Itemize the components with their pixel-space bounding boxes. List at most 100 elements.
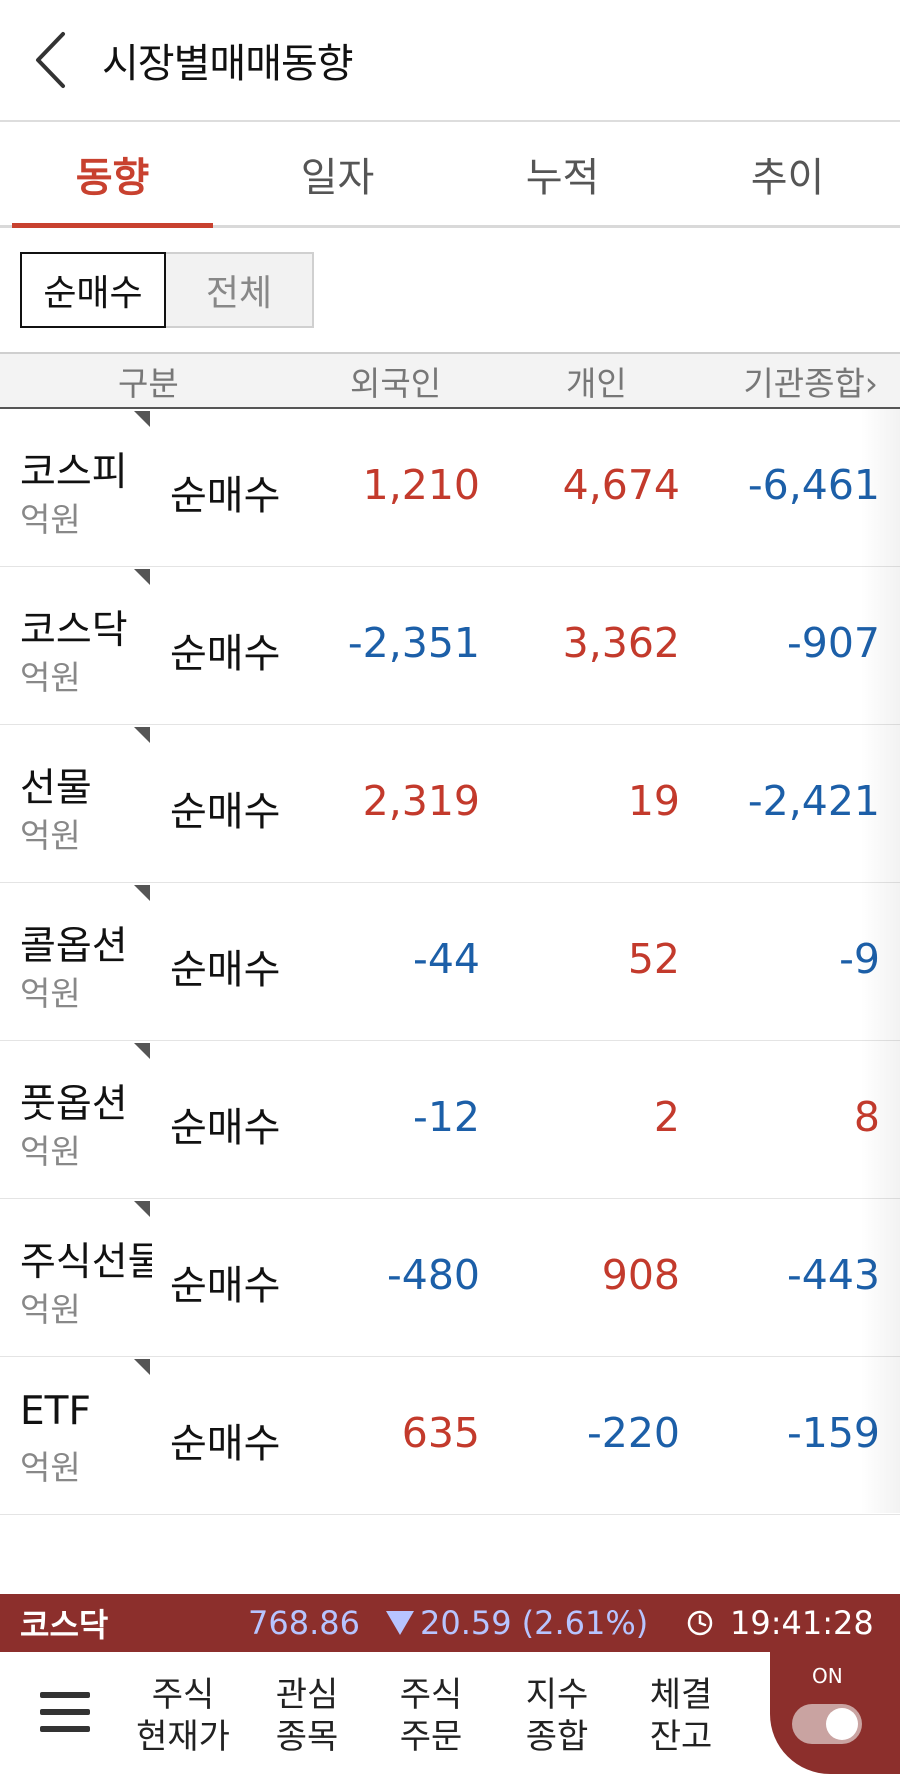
market-name: 주식선물 [20, 1240, 152, 1285]
foreign-value: 2,319 [362, 777, 480, 825]
nav-label-line2: 종합 [525, 1717, 589, 1757]
ticker-change-value: 20.59 [420, 1604, 512, 1642]
tab-bar: 동향 일자 누적 추이 [0, 122, 900, 228]
foreign-value: -44 [413, 935, 480, 983]
unit-label: 억원 [20, 1290, 81, 1329]
nav-label-line1: 주식 [151, 1675, 215, 1715]
column-header-foreign: 외국인 [350, 363, 442, 403]
unit-label: 억원 [20, 1448, 81, 1487]
corner-marker-icon [134, 885, 150, 901]
market-name: ETF [20, 1389, 91, 1434]
trade-type: 순매수 [170, 1105, 281, 1151]
trade-type: 순매수 [170, 789, 281, 835]
institution-value: -2,421 [747, 777, 880, 825]
ticker-time: 19:41:28 [730, 1604, 874, 1642]
table-row[interactable]: 선물 억원 순매수 2,319 19 -2,421 [0, 725, 900, 883]
institution-value: -443 [786, 1251, 880, 1299]
institution-value: -907 [786, 619, 880, 667]
tab-daily[interactable]: 일자 [225, 122, 450, 225]
individual-value: 3,362 [562, 619, 680, 667]
nav-execution-balance[interactable]: 체결 잔고 [626, 1674, 736, 1758]
foreign-value: -480 [386, 1251, 480, 1299]
market-name: 풋옵션 [20, 1082, 128, 1127]
ticker-toggle-panel: ON [770, 1652, 900, 1774]
nav-label-line1: 지수 [525, 1675, 589, 1715]
column-header-institution[interactable]: 기관종합› [743, 357, 878, 405]
table-row[interactable]: 콜옵션 억원 순매수 -44 52 -9 [0, 883, 900, 1041]
toggle-knob [826, 1708, 858, 1740]
unit-label: 억원 [20, 658, 81, 697]
table-header: 구분 외국인 개인 기관종합› [0, 352, 900, 409]
trade-type: 순매수 [170, 473, 281, 519]
tab-transition[interactable]: 추이 [675, 122, 900, 225]
corner-marker-icon [134, 1359, 150, 1375]
table-row[interactable]: ETF 억원 순매수 635 -220 -159 [0, 1357, 900, 1515]
unit-label: 억원 [20, 500, 81, 539]
individual-value: 2 [653, 1093, 680, 1141]
individual-value: 908 [601, 1251, 680, 1299]
down-triangle-icon [386, 1611, 414, 1635]
unit-label: 억원 [20, 816, 81, 855]
all-toggle[interactable]: 전체 [166, 252, 314, 328]
individual-value: -220 [586, 1409, 680, 1457]
column-header-category: 구분 [118, 363, 179, 403]
institution-value: -159 [786, 1409, 880, 1457]
clock-icon [687, 1610, 713, 1636]
index-ticker-bar[interactable]: 코스닥 768.86 20.59 (2.61%) 19:41:28 [0, 1594, 900, 1652]
table-row[interactable]: 풋옵션 억원 순매수 -12 2 8 [0, 1041, 900, 1199]
nav-label-line1: 주식 [399, 1675, 463, 1715]
market-name: 코스피 [20, 450, 128, 495]
nav-index-overview[interactable]: 지수 종합 [502, 1674, 612, 1758]
nav-label-line2: 종목 [275, 1717, 339, 1757]
bottom-nav: 주식 현재가 관심 종목 주식 주문 지수 종합 체결 잔고 ON [0, 1652, 900, 1777]
trade-type: 순매수 [170, 947, 281, 993]
table-row[interactable]: 코스닥 억원 순매수 -2,351 3,362 -907 [0, 567, 900, 725]
corner-marker-icon [134, 411, 150, 427]
nav-stock-order[interactable]: 주식 주문 [376, 1674, 486, 1758]
ticker-on-toggle[interactable] [792, 1704, 862, 1744]
ticker-price: 768.86 [248, 1604, 360, 1642]
trade-type: 순매수 [170, 631, 281, 677]
nav-label-line1: 관심 [275, 1675, 339, 1715]
nav-label-line2: 현재가 [136, 1717, 230, 1757]
foreign-value: -12 [413, 1093, 480, 1141]
individual-value: 52 [627, 935, 680, 983]
foreign-value: -2,351 [347, 619, 480, 667]
individual-value: 19 [627, 777, 680, 825]
institution-value: -9 [839, 935, 880, 983]
hamburger-menu-icon[interactable] [40, 1692, 90, 1742]
corner-marker-icon [134, 1043, 150, 1059]
page-title: 시장별매매동향 [102, 41, 354, 87]
column-header-individual: 개인 [566, 363, 627, 403]
ticker-change: 20.59 (2.61%) [386, 1604, 648, 1642]
table-body: 코스피 억원 순매수 1,210 4,674 -6,461 코스닥 억원 순매수… [0, 409, 900, 1515]
market-name: 콜옵션 [20, 924, 128, 969]
institution-value: -6,461 [747, 461, 880, 509]
institution-value: 8 [853, 1093, 880, 1141]
table-row[interactable]: 코스피 억원 순매수 1,210 4,674 -6,461 [0, 409, 900, 567]
market-name: 코스닥 [20, 608, 128, 653]
tab-trend[interactable]: 동향 [0, 122, 225, 228]
nav-watchlist[interactable]: 관심 종목 [252, 1674, 362, 1758]
nav-label-line1: 체결 [649, 1675, 713, 1715]
individual-value: 4,674 [562, 461, 680, 509]
market-name: 선물 [20, 766, 92, 811]
unit-label: 억원 [20, 1132, 81, 1171]
net-buy-toggle[interactable]: 순매수 [20, 252, 166, 328]
tab-cumulative[interactable]: 누적 [450, 122, 675, 225]
corner-marker-icon [134, 569, 150, 585]
toggle-label: ON [812, 1664, 843, 1688]
table-row[interactable]: 주식선물 억원 순매수 -480 908 -443 [0, 1199, 900, 1357]
foreign-value: 635 [401, 1409, 480, 1457]
chevron-left-icon [36, 32, 65, 88]
ticker-index-name: 코스닥 [20, 1606, 109, 1644]
trade-type: 순매수 [170, 1263, 281, 1309]
trade-type: 순매수 [170, 1421, 281, 1467]
app-header: 시장별매매동향 [0, 0, 900, 122]
unit-label: 억원 [20, 974, 81, 1013]
segment-control: 순매수 전체 [20, 252, 314, 328]
foreign-value: 1,210 [362, 461, 480, 509]
nav-label-line2: 잔고 [649, 1717, 713, 1757]
nav-stock-price[interactable]: 주식 현재가 [128, 1674, 238, 1758]
back-button[interactable] [0, 0, 100, 121]
